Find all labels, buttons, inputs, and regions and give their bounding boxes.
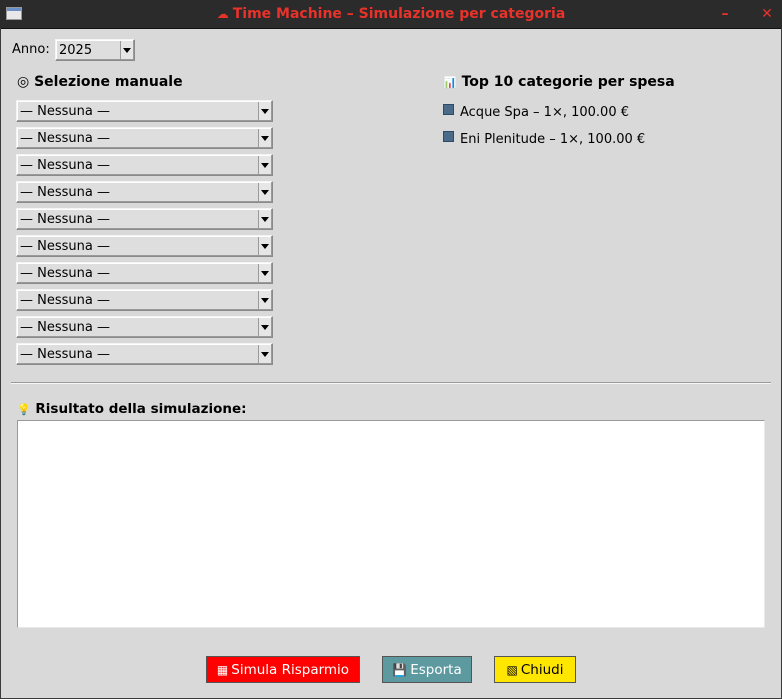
category-select[interactable]: — Nessuna — (16, 343, 273, 365)
chevron-down-icon[interactable] (258, 102, 271, 120)
chevron-down-icon[interactable] (258, 183, 271, 201)
save-icon: 💾 (392, 662, 408, 677)
manual-selection-title: ◎ Selezione manuale (17, 74, 183, 90)
category-select-value: — Nessuna — (20, 104, 110, 119)
simulate-savings-button[interactable]: ▦ Simula Risparmio (206, 656, 360, 683)
category-select[interactable]: — Nessuna — (16, 100, 273, 122)
category-select-value: — Nessuna — (20, 185, 110, 200)
category-select-value: — Nessuna — (20, 293, 110, 308)
category-select-value: — Nessuna — (20, 212, 110, 227)
close-button[interactable]: ▧ Chiudi (494, 656, 576, 683)
year-select-value: 2025 (59, 43, 93, 58)
result-title-text: Risultato della simulazione: (35, 401, 247, 417)
top-categories-title-text: Top 10 categorie per spesa (461, 74, 675, 90)
top-category-label: Acque Spa – 1×, 100.00 € (460, 105, 629, 120)
top-category-item: Acque Spa – 1×, 100.00 € (443, 104, 629, 120)
chevron-down-icon[interactable] (120, 41, 133, 59)
chevron-down-icon[interactable] (258, 156, 271, 174)
category-select[interactable]: — Nessuna — (16, 181, 273, 203)
close-box-icon: ▧ (506, 662, 518, 677)
window-title-text: Time Machine – Simulazione per categoria (232, 6, 566, 22)
category-select-value: — Nessuna — (20, 320, 110, 335)
top-category-label: Eni Plenitude – 1×, 100.00 € (460, 132, 646, 147)
close-label: Chiudi (520, 661, 564, 678)
result-textarea[interactable] (17, 420, 765, 628)
chevron-down-icon[interactable] (258, 237, 271, 255)
cloud-icon: ☁ (216, 7, 229, 21)
category-select[interactable]: — Nessuna — (16, 127, 273, 149)
close-window-button[interactable]: ✕ (758, 5, 776, 23)
category-select-value: — Nessuna — (20, 347, 110, 362)
chevron-down-icon[interactable] (258, 264, 271, 282)
calculator-icon: ▦ (216, 662, 229, 677)
export-label: Esporta (410, 661, 462, 678)
bullet-square-icon (443, 131, 454, 142)
year-label: Anno: (12, 42, 50, 57)
chevron-down-icon[interactable] (258, 210, 271, 228)
export-button[interactable]: 💾 Esporta (382, 656, 472, 683)
separator (11, 382, 771, 384)
category-select[interactable]: — Nessuna — (16, 208, 273, 230)
simulate-savings-label: Simula Risparmio (231, 661, 350, 678)
category-select-value: — Nessuna — (20, 239, 110, 254)
chevron-down-icon[interactable] (258, 345, 271, 363)
category-select-value: — Nessuna — (20, 131, 110, 146)
category-select[interactable]: — Nessuna — (16, 316, 273, 338)
target-icon: ◎ (17, 74, 30, 90)
bullet-square-icon (443, 104, 454, 115)
category-select[interactable]: — Nessuna — (16, 289, 273, 311)
manual-selection-title-text: Selezione manuale (34, 74, 183, 90)
title-bar[interactable]: ☁ Time Machine – Simulazione per categor… (0, 0, 782, 29)
window-title: ☁ Time Machine – Simulazione per categor… (0, 0, 782, 28)
chevron-down-icon[interactable] (258, 318, 271, 336)
category-select-value: — Nessuna — (20, 158, 110, 173)
top-category-item: Eni Plenitude – 1×, 100.00 € (443, 131, 645, 147)
category-select[interactable]: — Nessuna — (16, 262, 273, 284)
chevron-down-icon[interactable] (258, 291, 271, 309)
category-select[interactable]: — Nessuna — (16, 235, 273, 257)
lightbulb-icon: 💡 (17, 403, 31, 416)
chevron-down-icon[interactable] (258, 129, 271, 147)
minimize-button[interactable]: – (716, 5, 734, 23)
top-categories-title: 📊 Top 10 categorie per spesa (443, 74, 675, 90)
result-title: 💡 Risultato della simulazione: (17, 401, 247, 417)
category-select[interactable]: — Nessuna — (16, 154, 273, 176)
category-select-value: — Nessuna — (20, 266, 110, 281)
bar-chart-icon: 📊 (443, 76, 457, 89)
year-select[interactable]: 2025 (55, 39, 135, 61)
